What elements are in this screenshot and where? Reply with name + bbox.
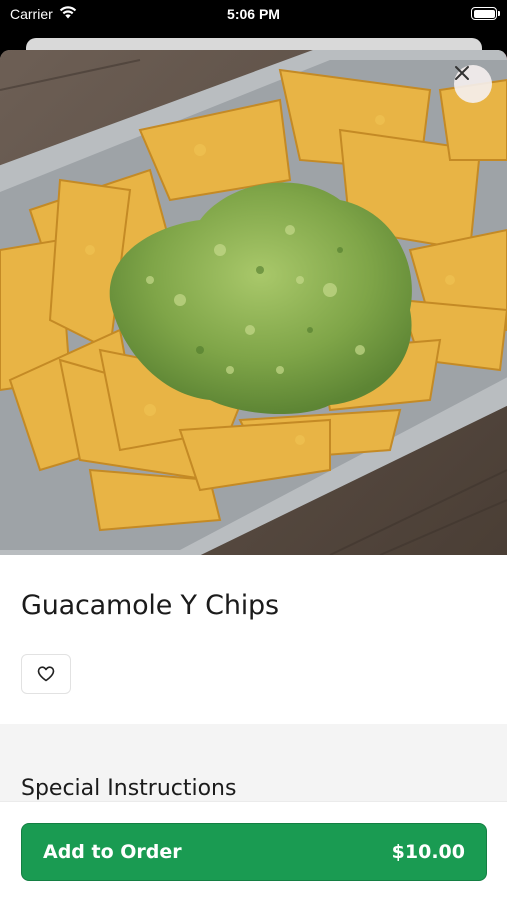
status-bar: Carrier 5:06 PM [0,0,507,30]
special-instructions-title: Special Instructions [21,776,237,801]
item-detail-modal: Guacamole Y Chips Special Instructions A… [0,50,507,900]
order-bar: Add to Order $10.00 [0,801,507,900]
status-time: 5:06 PM [227,6,280,22]
battery-icon [471,7,500,20]
add-to-order-button[interactable]: Add to Order $10.00 [21,823,487,881]
add-to-order-label: Add to Order [43,841,182,863]
close-icon [455,66,469,80]
order-price: $10.00 [391,841,465,863]
item-title: Guacamole Y Chips [21,590,279,621]
close-button[interactable] [454,65,492,103]
item-image [0,50,507,555]
heart-icon [37,666,55,682]
favorite-button[interactable] [21,654,71,694]
